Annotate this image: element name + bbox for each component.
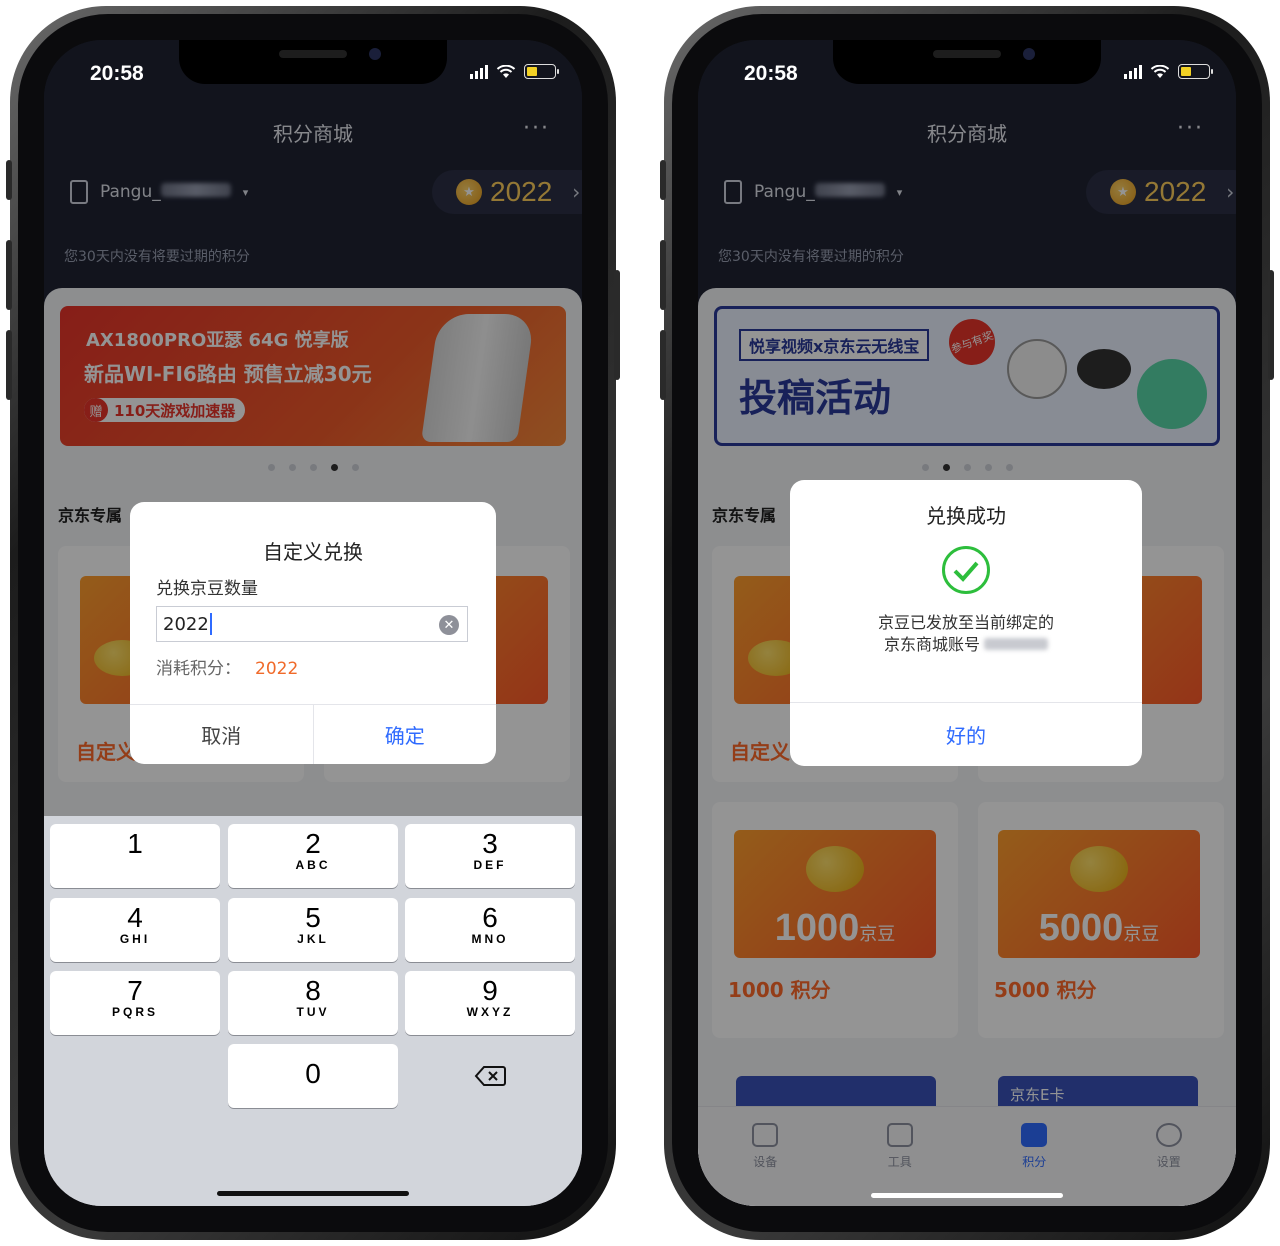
field-label: 兑换京豆数量	[156, 579, 258, 599]
home-indicator	[217, 1191, 409, 1196]
battery-icon	[524, 64, 559, 79]
cancel-button[interactable]: 取消	[130, 705, 314, 764]
dialog-buttons: 好的	[790, 702, 1142, 766]
wifi-icon	[496, 64, 516, 78]
volume-up-button	[660, 240, 666, 310]
redacted-account	[984, 638, 1048, 650]
quantity-value: 2022	[163, 613, 209, 635]
home-indicator	[871, 1193, 1063, 1198]
notch	[179, 40, 447, 84]
key-0[interactable]: 0	[228, 1044, 398, 1108]
status-time: 20:58	[744, 62, 798, 85]
consume-row: 消耗积分： 2022	[156, 659, 299, 679]
key-3[interactable]: 3 DEF	[405, 824, 575, 888]
wifi-icon	[1150, 64, 1170, 78]
mute-switch	[660, 160, 666, 200]
numeric-keypad: 1 2 ABC 3 DEF 4 GHI 5 JKL 6 MNO 7 PQRS 8 TUV 9W…	[44, 816, 582, 1206]
key-4[interactable]: 4 GHI	[50, 898, 220, 962]
volume-down-button	[660, 330, 666, 400]
confirm-button[interactable]: 确定	[314, 705, 497, 764]
key-5[interactable]: 5 JKL	[228, 898, 398, 962]
dialog-buttons: 取消 确定	[130, 704, 496, 764]
key-6[interactable]: 6 MNO	[405, 898, 575, 962]
checkmark-icon	[942, 546, 990, 594]
backspace-icon	[474, 1066, 506, 1086]
volume-up-button	[6, 240, 12, 310]
status-time: 20:58	[90, 62, 144, 85]
cellular-signal-icon	[470, 64, 488, 79]
volume-down-button	[6, 330, 12, 400]
power-button	[614, 270, 620, 380]
key-8[interactable]: 8 TUV	[228, 971, 398, 1035]
custom-exchange-dialog: 自定义兑换 兑换京豆数量 2022 ✕ 消耗积分： 2022 取消 确定	[130, 502, 496, 764]
power-button	[1268, 270, 1274, 380]
notch	[833, 40, 1101, 84]
mute-switch	[6, 160, 12, 200]
clear-icon[interactable]: ✕	[439, 615, 459, 635]
dialog-title: 自定义兑换	[263, 540, 363, 564]
backspace-key[interactable]	[405, 1044, 575, 1108]
dialog-title: 兑换成功	[926, 504, 1006, 528]
success-dialog: 兑换成功 京豆已发放至当前绑定的 京东商城账号 好的	[790, 480, 1142, 766]
key-7[interactable]: 7 PQRS	[50, 971, 220, 1035]
battery-icon	[1178, 64, 1213, 79]
cellular-signal-icon	[1124, 64, 1142, 79]
key-2[interactable]: 2 ABC	[228, 824, 398, 888]
text-cursor	[209, 613, 212, 635]
ok-button[interactable]: 好的	[790, 703, 1142, 766]
key-1[interactable]: 1	[50, 824, 220, 888]
key-9[interactable]: 9 WXYZ	[405, 971, 575, 1035]
quantity-input[interactable]: 2022 ✕	[156, 606, 468, 642]
left-screen: 20:58 积分商城 ··· Pangu_ ▾ ★ 2022 › 您30天内没有…	[44, 40, 582, 1206]
right-screen: 20:58 积分商城 ··· Pangu_ ▾ ★ 2022 › 您30天内没有…	[698, 40, 1236, 1206]
dialog-message: 京豆已发放至当前绑定的 京东商城账号	[877, 613, 1054, 654]
